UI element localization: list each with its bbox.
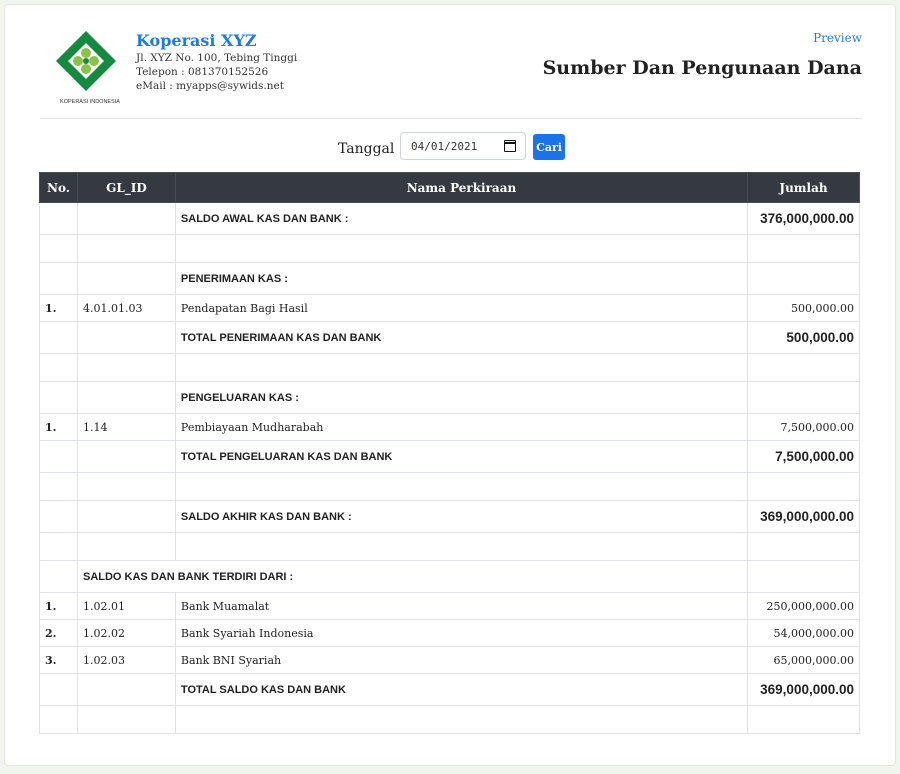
calendar-icon[interactable] — [504, 140, 516, 152]
rincian-total-label: TOTAL SALDO KAS DAN BANK — [174, 673, 748, 706]
report-table: No. GL_ID Nama Perkiraan Jumlah SALDO AW… — [39, 172, 861, 734]
logo-text: KOPERASI INDONESIA — [60, 99, 120, 105]
column-header-no: No. — [39, 172, 78, 203]
koperasi-logo-icon: KOPERASI INDONESIA — [56, 27, 120, 111]
penerimaan-total-amount: 500,000.00 — [746, 321, 861, 354]
page-title: Sumber Dan Pengunaan Dana — [542, 57, 862, 79]
spacer-row — [39, 472, 861, 501]
rincian-heading-row: SALDO KAS DAN BANK TERDIRI DARI : — [39, 560, 861, 593]
rincian-total-amount: 369,000,000.00 — [746, 673, 861, 706]
table-row: 1. 1.14 Pembiayaan Mudharabah 7,500,000.… — [39, 413, 861, 441]
saldo-awal-amount: 376,000,000.00 — [746, 202, 861, 235]
rincian-total-row: TOTAL SALDO KAS DAN BANK 369,000,000.00 — [39, 673, 861, 706]
table-row: 1. 1.02.01 Bank Muamalat 250,000,000.00 — [39, 592, 861, 620]
penerimaan-total-row: TOTAL PENERIMAAN KAS DAN BANK 500,000.00 — [39, 321, 861, 354]
saldo-akhir-amount: 369,000,000.00 — [746, 500, 861, 533]
search-button[interactable]: Cari — [533, 134, 565, 160]
spacer-row — [39, 532, 861, 561]
date-filter: Tanggal 04/01/2021 Cari — [0, 132, 900, 162]
saldo-awal-label: SALDO AWAL KAS DAN BANK : — [174, 202, 748, 235]
penerimaan-total-label: TOTAL PENERIMAAN KAS DAN BANK — [174, 321, 748, 354]
preview-link[interactable]: Preview — [813, 31, 862, 45]
date-value: 04/01/2021 — [411, 140, 478, 153]
company-email: eMail : myapps@sywids.net — [136, 80, 284, 92]
company-address: Jl. XYZ No. 100, Tebing Tinggi — [136, 52, 298, 64]
pengeluaran-heading-row: PENGELUARAN KAS : — [39, 381, 861, 414]
spacer-row — [39, 353, 861, 382]
rincian-heading: SALDO KAS DAN BANK TERDIRI DARI : — [76, 560, 748, 593]
date-label: Tanggal — [338, 141, 395, 157]
pengeluaran-heading: PENGELUARAN KAS : — [174, 381, 748, 414]
spacer-row — [39, 234, 861, 263]
table-row: 1. 4.01.01.03 Pendapatan Bagi Hasil 500,… — [39, 294, 861, 322]
company-info: Koperasi XYZ Jl. XYZ No. 100, Tebing Tin… — [136, 31, 297, 93]
company-name: Koperasi XYZ — [136, 31, 257, 50]
penerimaan-heading: PENERIMAAN KAS : — [174, 262, 748, 295]
pengeluaran-total-amount: 7,500,000.00 — [746, 440, 861, 473]
saldo-akhir-label: SALDO AKHIR KAS DAN BANK : — [174, 500, 748, 533]
penerimaan-heading-row: PENERIMAAN KAS : — [39, 262, 861, 295]
company-phone: Telepon : 081370152526 — [136, 66, 269, 78]
report-header: KOPERASI INDONESIA Koperasi XYZ Jl. XYZ … — [40, 27, 862, 119]
saldo-akhir-row: SALDO AKHIR KAS DAN BANK : 369,000,000.0… — [39, 500, 861, 533]
saldo-awal-row: SALDO AWAL KAS DAN BANK : 376,000,000.00 — [39, 202, 861, 235]
table-row: 3. 1.02.03 Bank BNI Syariah 65,000,000.0… — [39, 646, 861, 674]
spacer-row — [39, 705, 861, 734]
pengeluaran-total-row: TOTAL PENGELUARAN KAS DAN BANK 7,500,000… — [39, 440, 861, 473]
column-header-nama: Nama Perkiraan — [174, 172, 748, 203]
pengeluaran-total-label: TOTAL PENGELUARAN KAS DAN BANK — [174, 440, 748, 473]
column-header-gl-id: GL_ID — [76, 172, 176, 203]
column-header-jumlah: Jumlah — [746, 172, 861, 203]
table-row: 2. 1.02.02 Bank Syariah Indonesia 54,000… — [39, 619, 861, 647]
date-input[interactable]: 04/01/2021 — [400, 132, 526, 160]
table-header-row: No. GL_ID Nama Perkiraan Jumlah — [39, 172, 861, 203]
